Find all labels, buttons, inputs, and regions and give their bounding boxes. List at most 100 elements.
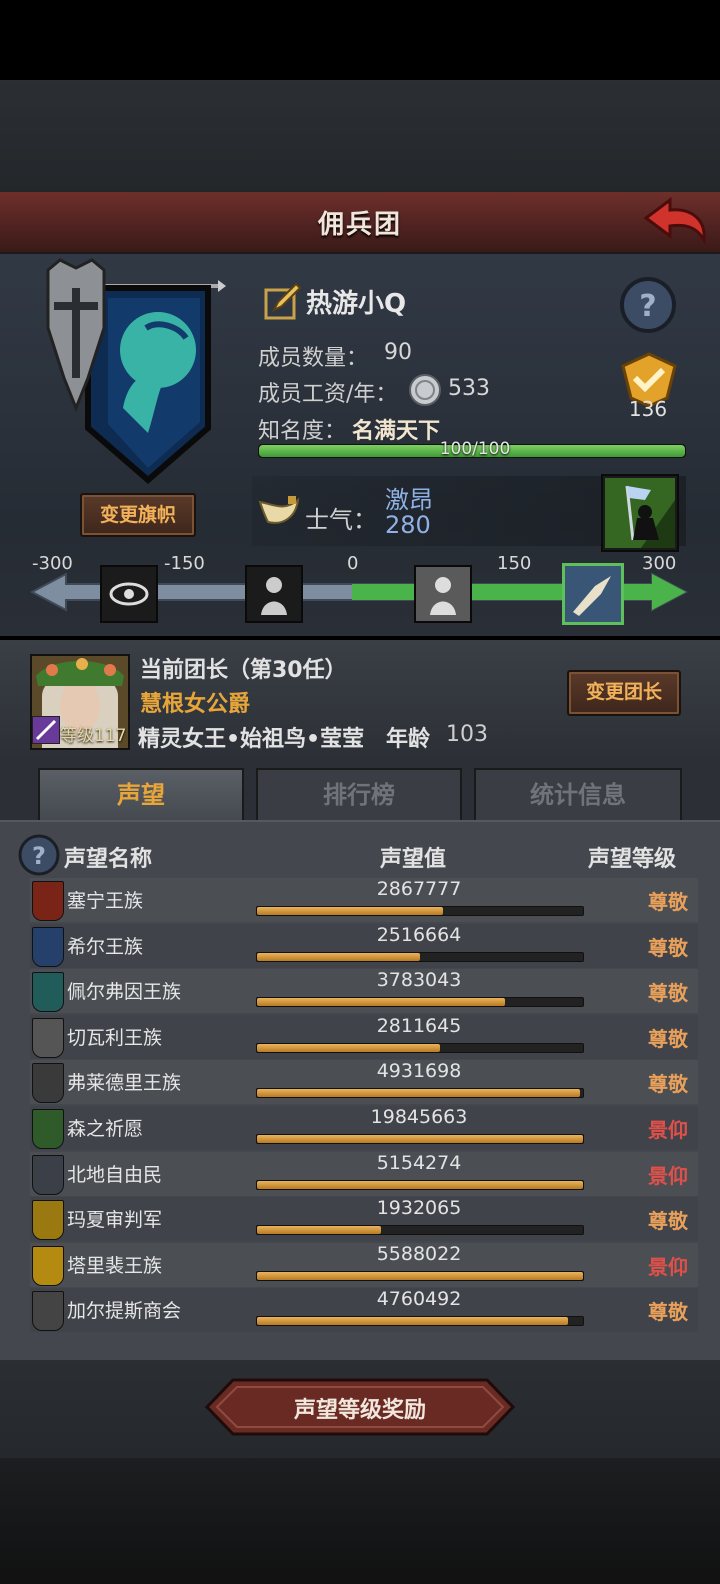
- reputation-bar: [256, 1270, 584, 1281]
- faction-shield-icon: [32, 1200, 64, 1241]
- table-row[interactable]: 希尔王族 2516664 尊敬: [30, 923, 698, 968]
- header-bar: 佣兵团: [0, 192, 720, 254]
- svg-text:?: ?: [639, 289, 656, 324]
- tab-leaderboard[interactable]: 排行榜: [256, 768, 462, 822]
- horn-icon: [256, 494, 300, 528]
- reputation-level: 尊敬: [648, 935, 688, 960]
- leader-name: 慧根女公爵: [140, 692, 251, 717]
- table-row[interactable]: 弗莱德里王族 4931698 尊敬: [30, 1060, 698, 1105]
- calm-status-icon[interactable]: [414, 565, 472, 623]
- reputation-level: 景仰: [648, 1163, 688, 1188]
- faction-shield-icon: [32, 972, 64, 1013]
- table-row[interactable]: 佩尔弗因王族 3783043 尊敬: [30, 969, 698, 1014]
- faction-shield-icon: [32, 1245, 64, 1286]
- faction-shield-icon: [32, 1017, 64, 1058]
- table-row[interactable]: 塞宁王族 2867777 尊敬: [30, 878, 698, 922]
- badge-count: 136: [628, 397, 668, 421]
- charge-status-icon[interactable]: [562, 563, 624, 625]
- faction-shield-icon: [32, 1063, 64, 1104]
- tab-reputation[interactable]: 声望: [38, 768, 244, 820]
- morale-value: 280: [385, 511, 431, 539]
- reputation-value: 4931698: [376, 1060, 462, 1083]
- reputation-bar: [256, 997, 584, 1008]
- reputation-value: 3783043: [376, 969, 462, 992]
- reputation-level: 尊敬: [648, 1072, 688, 1097]
- members-label: 成员数量：: [258, 346, 369, 371]
- faction-name: 森之祈愿: [67, 1118, 144, 1140]
- reputation-value: 4760492: [376, 1288, 462, 1311]
- reputation-bar-fill: [257, 907, 443, 915]
- reputation-bar-fill: [257, 998, 505, 1007]
- tab-statistics[interactable]: 统计信息: [474, 768, 682, 822]
- fame-progress-text: 100/100: [439, 439, 511, 459]
- members-value: 90: [384, 340, 412, 365]
- reputation-value: 5154274: [376, 1151, 462, 1174]
- reputation-value: 2811645: [376, 1014, 462, 1037]
- faction-name: 塔里裴王族: [67, 1254, 163, 1277]
- silver-coin-icon: [408, 373, 442, 407]
- reputation-bar: [256, 1042, 584, 1053]
- table-row[interactable]: 森之祈愿 19845663 景仰: [30, 1106, 698, 1150]
- reputation-bar: [256, 1179, 584, 1190]
- help-icon[interactable]: ?: [619, 276, 677, 334]
- morale-flag-icon[interactable]: [601, 474, 679, 552]
- reputation-value: 2867777: [376, 878, 462, 900]
- scale-label: -300: [32, 553, 73, 574]
- reputation-bar: [256, 1088, 584, 1099]
- reputation-bar-fill: [257, 1135, 583, 1143]
- top-background: [0, 80, 720, 192]
- faction-name: 塞宁王族: [67, 890, 144, 912]
- bottom-bar: [0, 1458, 720, 1584]
- morale-label: 士气：: [305, 506, 377, 534]
- morale-state: 激昂: [385, 486, 433, 514]
- leader-age: 103: [446, 722, 488, 747]
- reputation-level: 尊敬: [648, 1300, 688, 1325]
- leader-level: 等级117: [60, 726, 127, 746]
- table-row[interactable]: 玛夏审判军 1932065 尊敬: [30, 1197, 698, 1242]
- leader-race: 精灵女王•始祖鸟•莹莹: [138, 727, 365, 752]
- reputation-level: 尊敬: [648, 890, 688, 914]
- reputation-bar: [256, 1225, 584, 1236]
- reputation-reward-button[interactable]: 声望等级奖励: [205, 1378, 515, 1436]
- tab-bar: 声望 排行榜 统计信息: [0, 760, 720, 822]
- despair-status-icon[interactable]: [245, 565, 303, 623]
- reputation-level: 尊敬: [648, 1209, 688, 1234]
- back-button[interactable]: [640, 196, 710, 248]
- reputation-bar: [256, 1134, 584, 1144]
- svg-text:?: ?: [32, 842, 46, 870]
- table-row[interactable]: 北地自由民 5154274 景仰: [30, 1151, 698, 1196]
- reputation-bar-fill: [257, 1271, 583, 1280]
- reputation-value: 5588022: [376, 1242, 462, 1265]
- table-row[interactable]: 切瓦利王族 2811645 尊敬: [30, 1014, 698, 1059]
- change-banner-button[interactable]: 变更旗帜: [80, 493, 196, 537]
- faction-shield-icon: [32, 1109, 64, 1149]
- edit-icon[interactable]: [264, 282, 302, 320]
- reputation-value: 1932065: [376, 1197, 462, 1220]
- reputation-bar-fill: [257, 1180, 583, 1189]
- change-leader-button[interactable]: 变更团长: [567, 670, 681, 716]
- faction-name: 佩尔弗因王族: [67, 981, 182, 1004]
- reputation-value: 19845663: [370, 1106, 468, 1128]
- back-arrow-icon: [643, 197, 706, 245]
- reputation-level: 尊敬: [648, 1026, 688, 1051]
- leader-level-icon: [32, 716, 60, 744]
- reputation-bar-fill: [257, 1043, 440, 1052]
- scale-label: 300: [642, 553, 677, 574]
- page-title: 佣兵团: [317, 210, 402, 240]
- faction-shield-icon: [32, 1291, 64, 1332]
- eye-status-icon[interactable]: [100, 565, 158, 623]
- guild-name[interactable]: 热游小Q: [306, 283, 406, 320]
- col-header-level: 声望等级: [588, 847, 677, 872]
- reputation-help-icon[interactable]: ?: [18, 834, 60, 876]
- reputation-bar: [256, 1316, 584, 1327]
- guild-banner-icon[interactable]: [28, 258, 228, 486]
- leader-title: 当前团长（第30任）: [140, 658, 347, 683]
- scale-label: 150: [497, 553, 532, 574]
- reputation-value: 2516664: [376, 923, 462, 946]
- faction-shield-icon: [32, 881, 64, 921]
- faction-name: 弗莱德里王族: [67, 1072, 182, 1095]
- scale-label: 0: [347, 553, 359, 574]
- table-row[interactable]: 加尔提斯商会 4760492 尊敬: [30, 1288, 698, 1333]
- salary-value: 533: [448, 376, 490, 401]
- table-row[interactable]: 塔里裴王族 5588022 景仰: [30, 1242, 698, 1287]
